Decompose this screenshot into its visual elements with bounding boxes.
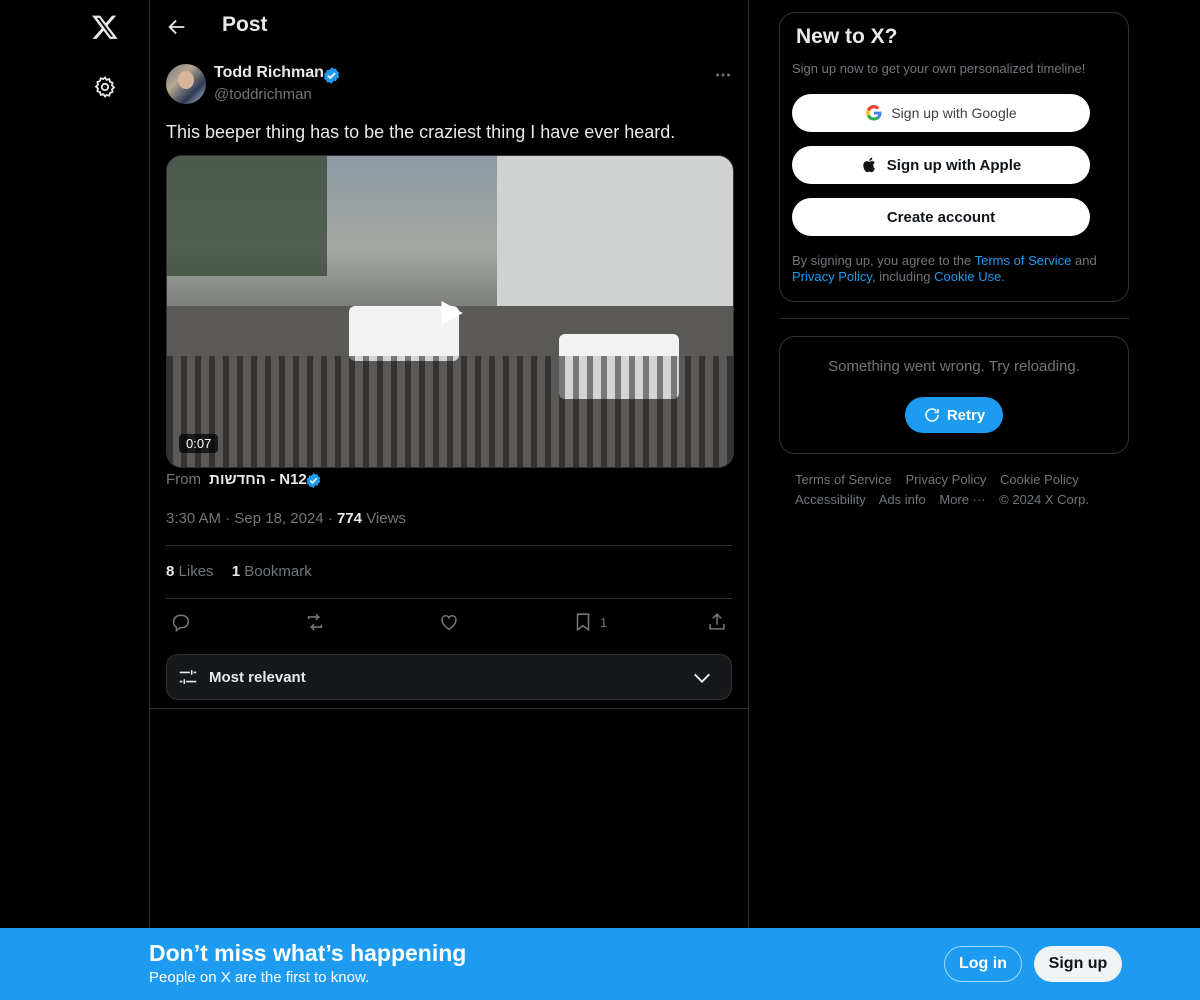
share-button[interactable] [706,609,728,635]
signup-title: New to X? [796,25,898,48]
privacy-link[interactable]: Privacy Policy [792,269,872,284]
signup-subtitle: Sign up now to get your own personalized… [792,61,1086,76]
cookie-use-link[interactable]: Cookie Use. [934,269,1005,284]
video-player[interactable]: 0:07 [166,155,734,468]
likes-count: 8 [166,563,175,580]
main-column: Post Todd Richman @toddrichman This beep… [149,0,749,1000]
footer-links: Terms of Service Privacy Policy Cookie P… [795,470,1115,510]
post-text: This beeper thing has to be the craziest… [166,122,676,142]
more-options-icon[interactable] [712,64,734,86]
verified-badge-icon [306,473,321,488]
footer-terms-link[interactable]: Terms of Service [795,472,892,487]
views-count: 774 [336,510,363,527]
divider [166,545,732,546]
footer-copyright: © 2024 X Corp. [999,492,1089,507]
error-card: Something went wrong. Try reloading. Ret… [779,336,1129,454]
play-icon[interactable] [433,296,467,330]
post-meta: 3:30 AM · Sep 18, 2024 · 774 Views [166,510,406,527]
create-account-label: Create account [886,208,996,226]
footer-cookie-link[interactable]: Cookie Policy [1000,472,1079,487]
google-logo-icon [866,105,882,121]
reply-button[interactable] [170,609,192,635]
apple-signup-button[interactable]: Sign up with Apple [792,146,1090,184]
legal-and: and [1071,253,1097,268]
replies-sort-dropdown[interactable]: Most relevant [166,654,732,700]
terms-link[interactable]: Terms of Service [975,253,1072,268]
engagement-stats: 8 Likes 1 Bookmark [166,563,312,580]
footer-privacy-link[interactable]: Privacy Policy [905,472,986,487]
signup-card: New to X? Sign up now to get your own pe… [779,12,1129,302]
signup-legal-text: By signing up, you agree to the Terms of… [792,253,1117,285]
footer-more-link[interactable]: More ··· [939,492,985,507]
banner-subtitle: People on X are the first to know. [149,969,370,986]
signup-button[interactable]: Sign up [1034,946,1122,982]
legal-including: , including [871,269,935,284]
back-arrow-icon[interactable] [166,16,188,38]
topbar: Post [150,0,748,54]
divider [166,598,732,599]
divider [779,318,1129,319]
bookmark-icon [576,613,590,632]
likes-label: Likes [178,563,214,580]
post-time[interactable]: 3:30 AM [166,510,221,527]
error-message: Something went wrong. Try reloading. [828,358,1080,375]
reply-icon [172,614,190,633]
x-logo-icon[interactable] [91,13,119,41]
retry-button[interactable]: Retry [905,397,1003,433]
gear-icon[interactable] [93,75,117,99]
login-button[interactable]: Log in [944,946,1022,982]
page-title: Post [222,13,268,36]
retry-label: Retry [946,406,986,424]
refresh-icon [925,408,939,422]
sliders-icon [179,670,197,684]
bookmark-action-count: 1 [600,614,608,630]
footer-accessibility-link[interactable]: Accessibility [795,492,866,507]
heart-icon [441,614,457,631]
chevron-down-icon [694,673,710,683]
footer-ads-link[interactable]: Ads info [879,492,926,507]
verified-badge-icon [323,67,340,84]
views-label: Views [366,510,406,527]
create-account-button[interactable]: Create account [792,198,1090,236]
video-frame-trees [167,156,327,276]
left-rail [0,0,149,1000]
share-icon [709,613,725,630]
sort-label: Most relevant [209,669,306,686]
video-source-line: From החדשות - N12 [166,471,307,488]
banner-title: Don’t miss what’s happening [149,940,467,966]
bookmarks-label: Bookmark [244,563,312,580]
divider [150,708,748,709]
action-bar: 1 [166,609,732,635]
likes-stat[interactable]: 8 Likes [166,563,218,580]
like-button[interactable] [438,609,460,635]
google-signup-button[interactable]: Sign up with Google [792,94,1090,132]
from-label: From [166,471,201,488]
apple-logo-icon [863,157,875,173]
video-frame-building [497,156,733,306]
video-duration: 0:07 [179,434,219,453]
post-date[interactable]: Sep 18, 2024 [234,510,323,527]
video-frame-crowd [167,356,733,467]
bookmark-button[interactable]: 1 [572,609,607,635]
repost-button[interactable] [304,609,326,635]
video-source-link[interactable]: החדשות - N12 [209,471,307,488]
author-handle[interactable]: @toddrichman [214,86,312,103]
repost-icon [307,613,323,631]
legal-prefix: By signing up, you agree to the [792,253,975,268]
avatar[interactable] [166,64,206,104]
google-signup-label: Sign up with Google [891,105,1017,121]
author-name-text[interactable]: Todd Richman [214,64,324,81]
bookmarks-count: 1 [231,563,241,580]
signup-banner: Don’t miss what’s happening People on X … [0,928,1200,1000]
apple-signup-label: Sign up with Apple [886,156,1022,174]
author-name[interactable]: Todd Richman [214,64,324,82]
bookmarks-stat[interactable]: 1 Bookmark [232,563,312,580]
